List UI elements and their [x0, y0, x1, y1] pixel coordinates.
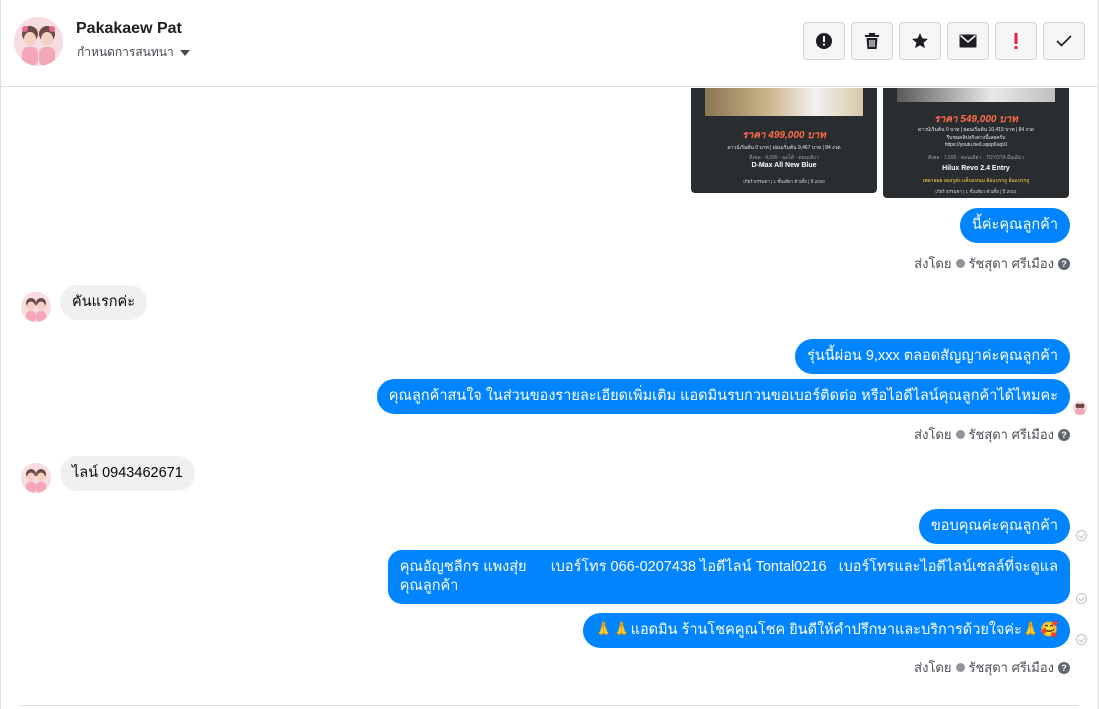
- contact-name: Pakakaew Pat: [76, 20, 182, 37]
- schedule-dropdown[interactable]: กำหนดการสนทนา: [77, 43, 190, 62]
- message-line: คุณอัญชลีกร แพงสุ่ย เบอร์โทร 066-0207438…: [399, 559, 1058, 575]
- mark-spam-button[interactable]: [803, 22, 845, 60]
- sent-by-prefix: ส่งโดย: [914, 256, 952, 271]
- incoming-message[interactable]: ไลน์ 0943462671: [60, 456, 195, 491]
- follow-up-button[interactable]: [995, 22, 1037, 60]
- mark-done-button[interactable]: [1043, 22, 1085, 60]
- sent-by-prefix: ส่งโดย: [914, 660, 952, 675]
- incoming-message[interactable]: คันแรกค่ะ: [60, 285, 148, 320]
- outgoing-message[interactable]: 🙏🙏แอดมิน ร้านโชคคูณโชค ยินดีให้คำปรึกษาแ…: [582, 613, 1070, 648]
- sent-by-prefix: ส่งโดย: [914, 427, 952, 442]
- envelope-icon: [959, 34, 977, 48]
- outgoing-message[interactable]: คุณอัญชลีกร แพงสุ่ย เบอร์โทร 066-0207438…: [387, 550, 1070, 604]
- alert-circle-icon: [816, 33, 832, 49]
- checkmark-icon: [1056, 35, 1072, 47]
- schedule-label: กำหนดการสนทนา: [77, 45, 174, 59]
- help-icon[interactable]: ?: [1058, 661, 1070, 674]
- contact-avatar-small[interactable]: [21, 292, 51, 322]
- delivered-check-icon: [1076, 593, 1087, 604]
- contact-avatar[interactable]: [14, 17, 63, 66]
- sent-by-label: ส่งโดย รัชสุดา ศรีเมือง ?: [914, 253, 1070, 274]
- sent-by-label: ส่งโดย รัชสุดา ศรีเมือง ?: [914, 424, 1070, 445]
- help-icon[interactable]: ?: [1058, 428, 1070, 441]
- sent-by-agent[interactable]: รัชสุดา ศรีเมือง: [969, 253, 1055, 274]
- trash-icon: [865, 33, 879, 49]
- delivered-check-icon: [1076, 530, 1087, 541]
- message-line: คุณลูกค้า: [399, 578, 459, 594]
- seen-avatar-icon: [1073, 401, 1087, 415]
- header-actions: [803, 22, 1085, 60]
- car-price: ราคา 549,000 บาท: [934, 114, 1018, 125]
- agent-dot-icon: [955, 259, 965, 268]
- car-video-link: https://youtu.be/Lsqop6uqIU: [944, 142, 1008, 148]
- conversation-header: Pakakaew Pat กำหนดการสนทนา: [1, 0, 1098, 87]
- car-listing-image-2[interactable]: ราคา 549,000 บาท ดาวน์เริ่มต้น 0 บาท | ผ…: [883, 88, 1069, 198]
- car-terms: ดาวน์เริ่มต้น 0 บาท | ผ่อนเริ่มต้น 9,467…: [727, 145, 841, 151]
- car-photo: [897, 88, 1055, 102]
- delivered-check-icon: [1076, 634, 1087, 645]
- car-model: D-Max All New Blue: [751, 162, 817, 169]
- sent-by-agent[interactable]: รัชสุดา ศรีเมือง: [969, 424, 1055, 445]
- outgoing-message[interactable]: นี้ค่ะคุณลูกค้า: [959, 208, 1070, 243]
- car-listing-image-1[interactable]: ราคา 499,000 บาท ดาวน์เริ่มต้น 0 บาท | ผ…: [691, 88, 877, 193]
- outgoing-message[interactable]: ขอบคุณค่ะคุณลูกค้า: [918, 509, 1070, 544]
- caret-down-icon: [179, 49, 190, 56]
- star-button[interactable]: [899, 22, 941, 60]
- car-price: ราคา 499,000 บาท: [742, 130, 826, 141]
- contact-avatar-small[interactable]: [21, 463, 51, 493]
- message-thread[interactable]: ราคา 499,000 บาท ดาวน์เริ่มต้น 0 บาท | ผ…: [1, 88, 1098, 707]
- car-photo: [705, 88, 863, 116]
- car-footer: เกียร์ ธรรมดา | 1 ชั้นเดียว ตัวเตี้ย | ป…: [935, 189, 1017, 194]
- car-model: Hilux Revo 2.4 Entry: [942, 165, 1010, 172]
- outgoing-message[interactable]: รุ่นนี้ผ่อน 9,xxx ตลอดสัญญาค่ะคุณลูกค้า: [795, 339, 1070, 374]
- sent-by-agent[interactable]: รัชสุดา ศรีเมือง: [969, 657, 1055, 678]
- sent-by-label: ส่งโดย รัชสุดา ศรีเมือง ?: [914, 657, 1070, 678]
- star-icon: [912, 33, 928, 49]
- mark-unread-button[interactable]: [947, 22, 989, 60]
- car-meta: ดีเซล · 4,095 · ออโต้ · ตอนเดียว: [749, 155, 819, 161]
- agent-dot-icon: [955, 430, 965, 439]
- composer-divider: [21, 705, 1078, 706]
- help-icon[interactable]: ?: [1058, 257, 1070, 270]
- delete-button[interactable]: [851, 22, 893, 60]
- exclamation-icon: [1014, 33, 1018, 49]
- car-footer: เกียร์ ธรรมดา | 1 ชั้นเดียว ตัวเตี้ย | ป…: [743, 179, 825, 184]
- conversation-panel: Pakakaew Pat กำหนดการสนทนา ราคา 499,000 …: [0, 0, 1099, 709]
- car-note: รีบชมคลิปจริงล่างนี้เลยครับ: [946, 135, 1006, 141]
- car-terms: ดาวน์เริ่มต้น 0 บาท | ผ่อนเริ่มต้น 10,41…: [917, 127, 1035, 133]
- outgoing-message[interactable]: คุณลูกค้าสนใจ ในส่วนของรายละเอียดเพิ่มเต…: [376, 379, 1070, 414]
- car-meta: ดีเซล · 7,695 · ตอนเดียว · TOYOTA มือเดี…: [928, 155, 1024, 161]
- car-location: เพลาลอย ลองรูส่ง แค็บแหนม ล้อแบรรถู ล้อแ…: [922, 178, 1030, 184]
- agent-dot-icon: [955, 663, 965, 672]
